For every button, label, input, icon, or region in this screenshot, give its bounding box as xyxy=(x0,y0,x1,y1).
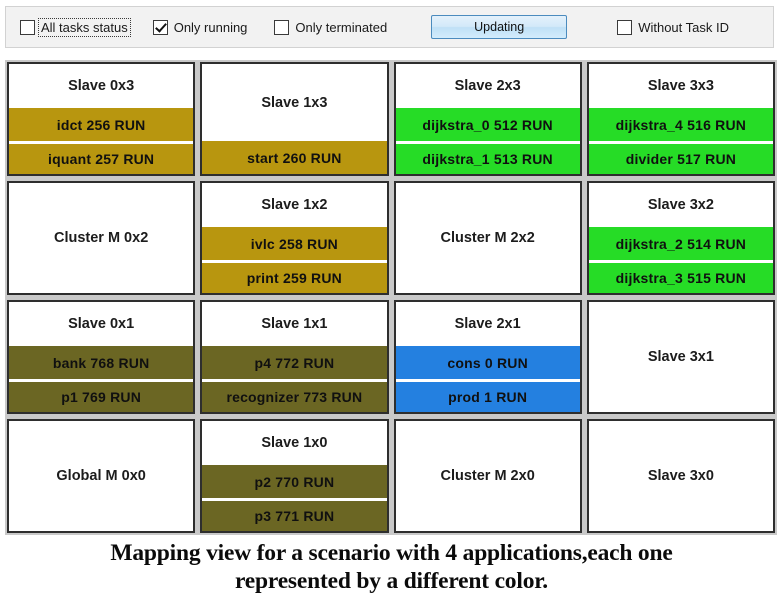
updating-button-wrap: Updating xyxy=(431,7,568,47)
mapping-grid: Slave 0x3 idct 256 RUN iquant 257 RUN Slave… xyxy=(5,60,777,535)
grid-cell[interactable]: Cluster M 2x0 xyxy=(393,419,582,533)
grid-cell[interactable]: Slave 3x0 xyxy=(586,419,775,533)
task-bar[interactable]: prod 1 RUN xyxy=(395,379,580,412)
grid-cell[interactable]: Slave 0x3 idct 256 RUN iquant 257 RUN xyxy=(7,62,196,176)
task-bar[interactable]: dijkstra_0 512 RUN xyxy=(395,108,580,141)
task-list: p2 770 RUN p3 771 RUN xyxy=(202,465,387,531)
filter-toolbar: All tasks status Only running Only termi… xyxy=(5,6,774,48)
cell-title: Slave 3x3 xyxy=(588,64,773,108)
cell-title: Slave 1x3 xyxy=(202,64,387,141)
task-bar[interactable]: p4 772 RUN xyxy=(202,346,387,379)
task-bar[interactable]: dijkstra_4 516 RUN xyxy=(588,108,773,141)
grid-cell[interactable]: Slave 2x1 cons 0 RUN prod 1 RUN xyxy=(393,300,582,414)
checkbox-label-only-terminated: Only terminated xyxy=(295,19,388,35)
checkbox-without-task-id[interactable]: Without Task ID xyxy=(617,7,729,47)
task-bar[interactable]: p2 770 RUN xyxy=(202,465,387,498)
grid-cell[interactable]: Cluster M 2x2 xyxy=(393,181,582,295)
task-bar[interactable]: p3 771 RUN xyxy=(202,498,387,531)
task-list: idct 256 RUN iquant 257 RUN xyxy=(9,108,194,174)
mapping-view-window: All tasks status Only running Only termi… xyxy=(0,0,783,598)
task-bar[interactable]: start 260 RUN xyxy=(202,141,387,174)
grid-cell[interactable]: Slave 3x1 xyxy=(586,300,775,414)
checkbox-box-only-terminated[interactable] xyxy=(274,19,290,35)
checkbox-only-running[interactable]: Only running xyxy=(152,7,248,47)
cell-title: Slave 1x2 xyxy=(202,183,387,227)
task-list: cons 0 RUN prod 1 RUN xyxy=(395,346,580,412)
grid-cell[interactable]: Global M 0x0 xyxy=(7,419,196,533)
grid-cell[interactable]: Slave 3x2 dijkstra_2 514 RUN dijkstra_3 51… xyxy=(586,181,775,295)
checkbox-only-terminated[interactable]: Only terminated xyxy=(274,7,387,47)
cell-title: Slave 1x1 xyxy=(202,302,387,346)
checkbox-label-all-tasks-status: All tasks status xyxy=(38,17,131,37)
checkbox-all-tasks-status[interactable]: All tasks status xyxy=(20,7,131,47)
checkbox-box-only-running[interactable] xyxy=(152,19,168,35)
task-list: dijkstra_4 516 RUN divider 517 RUN xyxy=(588,108,773,174)
grid-cell[interactable]: Slave 1x2 ivlc 258 RUN print 259 RUN xyxy=(200,181,389,295)
task-list: bank 768 RUN p1 769 RUN xyxy=(9,346,194,412)
cell-title: Slave 3x2 xyxy=(588,183,773,227)
task-bar[interactable]: dijkstra_2 514 RUN xyxy=(588,227,773,260)
cell-title: Global M 0x0 xyxy=(9,421,194,531)
cell-title: Slave 3x1 xyxy=(588,302,773,412)
grid-cell[interactable]: Slave 1x1 p4 772 RUN recognizer 773 RUN xyxy=(200,300,389,414)
task-list: p4 772 RUN recognizer 773 RUN xyxy=(202,346,387,412)
updating-button[interactable]: Updating xyxy=(431,15,568,39)
cell-title: Slave 1x0 xyxy=(202,421,387,465)
grid-cell[interactable]: Slave 0x1 bank 768 RUN p1 769 RUN xyxy=(7,300,196,414)
task-bar[interactable]: print 259 RUN xyxy=(202,260,387,293)
task-bar[interactable]: dijkstra_1 513 RUN xyxy=(395,141,580,174)
task-bar[interactable]: divider 517 RUN xyxy=(588,141,773,174)
task-bar[interactable]: cons 0 RUN xyxy=(395,346,580,379)
caption-line-1: Mapping view for a scenario with 4 appli… xyxy=(110,540,673,566)
grid-cell[interactable]: Slave 2x3 dijkstra_0 512 RUN dijkstra_1 51… xyxy=(393,62,582,176)
grid-cell[interactable]: Slave 3x3 dijkstra_4 516 RUN divider 517 R… xyxy=(586,62,775,176)
task-list: ivlc 258 RUN print 259 RUN xyxy=(202,227,387,293)
cell-title: Cluster M 2x0 xyxy=(395,421,580,531)
cell-title: Slave 2x3 xyxy=(395,64,580,108)
task-list: start 260 RUN xyxy=(202,141,387,174)
checkbox-label-without-task-id: Without Task ID xyxy=(638,19,729,35)
cell-title: Slave 2x1 xyxy=(395,302,580,346)
task-bar[interactable]: bank 768 RUN xyxy=(9,346,194,379)
checkbox-box-all-tasks-status[interactable] xyxy=(20,19,35,35)
cell-title: Slave 0x3 xyxy=(9,64,194,108)
grid-cell[interactable]: Cluster M 0x2 xyxy=(7,181,196,295)
task-bar[interactable]: idct 256 RUN xyxy=(9,108,194,141)
task-bar[interactable]: recognizer 773 RUN xyxy=(202,379,387,412)
cell-title: Slave 3x0 xyxy=(588,421,773,531)
checkbox-label-only-running: Only running xyxy=(173,19,248,35)
cell-title: Slave 0x1 xyxy=(9,302,194,346)
grid-cell[interactable]: Slave 1x0 p2 770 RUN p3 771 RUN xyxy=(200,419,389,533)
task-bar[interactable]: ivlc 258 RUN xyxy=(202,227,387,260)
task-bar[interactable]: iquant 257 RUN xyxy=(9,141,194,174)
task-bar[interactable]: dijkstra_3 515 RUN xyxy=(588,260,773,293)
task-list: dijkstra_2 514 RUN dijkstra_3 515 RUN xyxy=(588,227,773,293)
task-list: dijkstra_0 512 RUN dijkstra_1 513 RUN xyxy=(395,108,580,174)
figure-caption: Mapping view for a scenario with 4 appli… xyxy=(0,539,783,595)
caption-line-2: represented by a different color. xyxy=(234,568,548,594)
task-bar[interactable]: p1 769 RUN xyxy=(9,379,194,412)
cell-title: Cluster M 0x2 xyxy=(9,183,194,293)
cell-title: Cluster M 2x2 xyxy=(395,183,580,293)
checkbox-box-without-task-id[interactable] xyxy=(617,19,633,35)
grid-cell[interactable]: Slave 1x3 start 260 RUN xyxy=(200,62,389,176)
